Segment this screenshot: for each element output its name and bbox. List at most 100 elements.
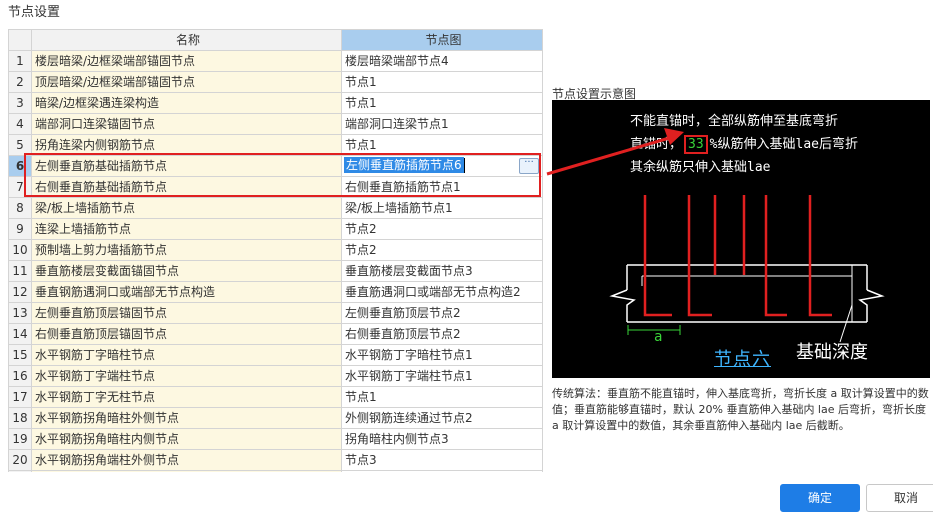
row-number[interactable]: 2 — [9, 72, 32, 93]
table-row[interactable]: 8 梁/板上墙插筋节点 梁/板上墙插筋节点1 — [9, 198, 543, 219]
table-row[interactable]: 14 右侧垂直筋顶层锚固节点 右侧垂直筋顶层节点2 — [9, 324, 543, 345]
row-node-cell[interactable]: 节点1 — [342, 72, 543, 93]
percent-value[interactable]: 33 — [688, 137, 704, 152]
row-name-cell[interactable]: 水平钢筋丁字无柱节点 — [32, 387, 342, 408]
rule-line-2-prefix: 直锚时， — [630, 137, 683, 152]
row-node-cell[interactable]: 节点1 — [342, 387, 543, 408]
row-node-editor[interactable]: 左侧垂直筋插筋节点6 ··· — [342, 156, 543, 177]
row-node-cell[interactable]: 水平钢筋丁字暗柱节点1 — [342, 345, 543, 366]
table-row[interactable]: 9 连梁上墙插筋节点 节点2 — [9, 219, 543, 240]
table-row[interactable]: 21水平钢筋拐角端柱内侧节点水平钢筋拐角端柱内侧节点1 — [9, 471, 543, 472]
row-node-cell[interactable]: 节点1 — [342, 93, 543, 114]
table-row[interactable]: 1 楼层暗梁/边框梁端部锚固节点 楼层暗梁端部节点4 — [9, 51, 543, 72]
row-name-cell[interactable]: 水平钢筋丁字暗柱节点 — [32, 345, 342, 366]
row-name-cell[interactable]: 左侧垂直筋顶层锚固节点 — [32, 303, 342, 324]
row-name-cell[interactable]: 楼层暗梁/边框梁端部锚固节点 — [32, 51, 342, 72]
table-row[interactable]: 17 水平钢筋丁字无柱节点 节点1 — [9, 387, 543, 408]
cancel-button[interactable]: 取消 — [866, 484, 933, 512]
row-node-cell[interactable]: 右侧垂直筋顶层节点2 — [342, 324, 543, 345]
row-node-cell[interactable]: 节点2 — [342, 219, 543, 240]
text-caret — [463, 158, 465, 173]
row-node-cell[interactable]: 端部洞口连梁节点1 — [342, 114, 543, 135]
row-number[interactable]: 12 — [9, 282, 32, 303]
node-label: 节点六 — [714, 349, 771, 370]
row-node-cell[interactable]: 垂直筋楼层变截面节点3 — [342, 261, 543, 282]
foundation-depth-label: 基础深度 — [796, 342, 868, 363]
header-name[interactable]: 名称 — [32, 30, 342, 51]
row-name-cell[interactable]: 顶层暗梁/边框梁端部锚固节点 — [32, 72, 342, 93]
row-number[interactable]: 8 — [9, 198, 32, 219]
row-name-cell[interactable]: 拐角连梁内侧钢筋节点 — [32, 135, 342, 156]
row-number[interactable]: 14 — [9, 324, 32, 345]
dialog-title: 节点设置 — [8, 5, 61, 20]
row-node-cell[interactable]: 梁/板上墙插筋节点1 — [342, 198, 543, 219]
row-number[interactable]: 20 — [9, 450, 32, 471]
row-node-cell[interactable]: 节点1 — [342, 135, 543, 156]
node-edit-text[interactable]: 左侧垂直筋插筋节点6 — [344, 157, 464, 173]
row-node-cell[interactable]: 水平钢筋丁字端柱节点1 — [342, 366, 543, 387]
row-name-cell[interactable]: 垂直筋楼层变截面锚固节点 — [32, 261, 342, 282]
row-name-cell[interactable]: 梁/板上墙插筋节点 — [32, 198, 342, 219]
table-row[interactable]: 7 右侧垂直筋基础插筋节点 右侧垂直筋插筋节点1 — [9, 177, 543, 198]
row-node-cell[interactable]: 左侧垂直筋顶层节点2 — [342, 303, 543, 324]
table-row[interactable]: 19 水平钢筋拐角暗柱内侧节点 拐角暗柱内侧节点3 — [9, 429, 543, 450]
row-name-cell[interactable]: 水平钢筋拐角端柱外侧节点 — [32, 450, 342, 471]
percent-value-box[interactable]: 33 — [684, 135, 708, 154]
row-node-cell[interactable]: 节点2 — [342, 240, 543, 261]
row-name-cell[interactable]: 右侧垂直筋顶层锚固节点 — [32, 324, 342, 345]
grid-header: 名称 节点图 — [9, 30, 543, 51]
row-number[interactable]: 13 — [9, 303, 32, 324]
row-number[interactable]: 4 — [9, 114, 32, 135]
table-row[interactable]: 2 顶层暗梁/边框梁端部锚固节点 节点1 — [9, 72, 543, 93]
table-row[interactable]: 11 垂直筋楼层变截面锚固节点 垂直筋楼层变截面节点3 — [9, 261, 543, 282]
row-name-cell[interactable]: 预制墙上剪力墙插筋节点 — [32, 240, 342, 261]
header-node[interactable]: 节点图 — [342, 30, 543, 51]
ok-button[interactable]: 确定 — [780, 484, 860, 512]
row-name-cell[interactable]: 水平钢筋拐角端柱内侧节点 — [32, 471, 342, 472]
row-name-cell[interactable]: 端部洞口连梁锚固节点 — [32, 114, 342, 135]
row-name-cell[interactable]: 暗梁/边框梁遇连梁构造 — [32, 93, 342, 114]
row-name-cell[interactable]: 垂直钢筋遇洞口或端部无节点构造 — [32, 282, 342, 303]
row-node-cell[interactable]: 节点3 — [342, 450, 543, 471]
table-row[interactable]: 13 左侧垂直筋顶层锚固节点 左侧垂直筋顶层节点2 — [9, 303, 543, 324]
table-row[interactable]: 6 左侧垂直筋基础插筋节点 左侧垂直筋插筋节点6 ··· — [9, 156, 543, 177]
row-number[interactable]: 18 — [9, 408, 32, 429]
row-number[interactable]: 19 — [9, 429, 32, 450]
row-number[interactable]: 10 — [9, 240, 32, 261]
row-name-cell[interactable]: 左侧垂直筋基础插筋节点 — [32, 156, 342, 177]
table-row[interactable]: 18 水平钢筋拐角暗柱外侧节点 外侧钢筋连续通过节点2 — [9, 408, 543, 429]
row-name-cell[interactable]: 水平钢筋丁字端柱节点 — [32, 366, 342, 387]
row-number[interactable]: 21 — [9, 471, 32, 472]
table-row[interactable]: 12 垂直钢筋遇洞口或端部无节点构造 垂直筋遇洞口或端部无节点构造2 — [9, 282, 543, 303]
row-number[interactable]: 11 — [9, 261, 32, 282]
row-number[interactable]: 3 — [9, 93, 32, 114]
table-row[interactable]: 4 端部洞口连梁锚固节点 端部洞口连梁节点1 — [9, 114, 543, 135]
table-row[interactable]: 10 预制墙上剪力墙插筋节点 节点2 — [9, 240, 543, 261]
row-number[interactable]: 1 — [9, 51, 32, 72]
row-name-cell[interactable]: 右侧垂直筋基础插筋节点 — [32, 177, 342, 198]
row-node-cell[interactable]: 水平钢筋拐角端柱内侧节点1 — [342, 471, 543, 472]
node-settings-grid[interactable]: 名称 节点图 1 楼层暗梁/边框梁端部锚固节点 楼层暗梁端部节点4 2 顶层暗梁/边框梁… — [8, 29, 543, 472]
table-row[interactable]: 3 暗梁/边框梁遇连梁构造 节点1 — [9, 93, 543, 114]
row-node-cell[interactable]: 右侧垂直筋插筋节点1 — [342, 177, 543, 198]
row-number[interactable]: 17 — [9, 387, 32, 408]
row-number[interactable]: 16 — [9, 366, 32, 387]
table-row[interactable]: 5 拐角连梁内侧钢筋节点 节点1 — [9, 135, 543, 156]
row-number[interactable]: 15 — [9, 345, 32, 366]
row-node-cell[interactable]: 楼层暗梁端部节点4 — [342, 51, 543, 72]
row-name-cell[interactable]: 水平钢筋拐角暗柱外侧节点 — [32, 408, 342, 429]
table-row[interactable]: 16 水平钢筋丁字端柱节点 水平钢筋丁字端柱节点1 — [9, 366, 543, 387]
row-name-cell[interactable]: 水平钢筋拐角暗柱内侧节点 — [32, 429, 342, 450]
row-number[interactable]: 9 — [9, 219, 32, 240]
row-number[interactable]: 5 — [9, 135, 32, 156]
browse-node-button[interactable]: ··· — [519, 158, 539, 174]
row-number[interactable]: 7 — [9, 177, 32, 198]
row-node-cell[interactable]: 垂直筋遇洞口或端部无节点构造2 — [342, 282, 543, 303]
table-row[interactable]: 15 水平钢筋丁字暗柱节点 水平钢筋丁字暗柱节点1 — [9, 345, 543, 366]
row-name-cell[interactable]: 连梁上墙插筋节点 — [32, 219, 342, 240]
row-number[interactable]: 6 — [9, 156, 32, 177]
row-node-cell[interactable]: 外侧钢筋连续通过节点2 — [342, 408, 543, 429]
row-node-cell[interactable]: 拐角暗柱内侧节点3 — [342, 429, 543, 450]
rule-line-3: 其余纵筋只伸入基础lae — [630, 160, 771, 175]
table-row[interactable]: 20 水平钢筋拐角端柱外侧节点 节点3 — [9, 450, 543, 471]
